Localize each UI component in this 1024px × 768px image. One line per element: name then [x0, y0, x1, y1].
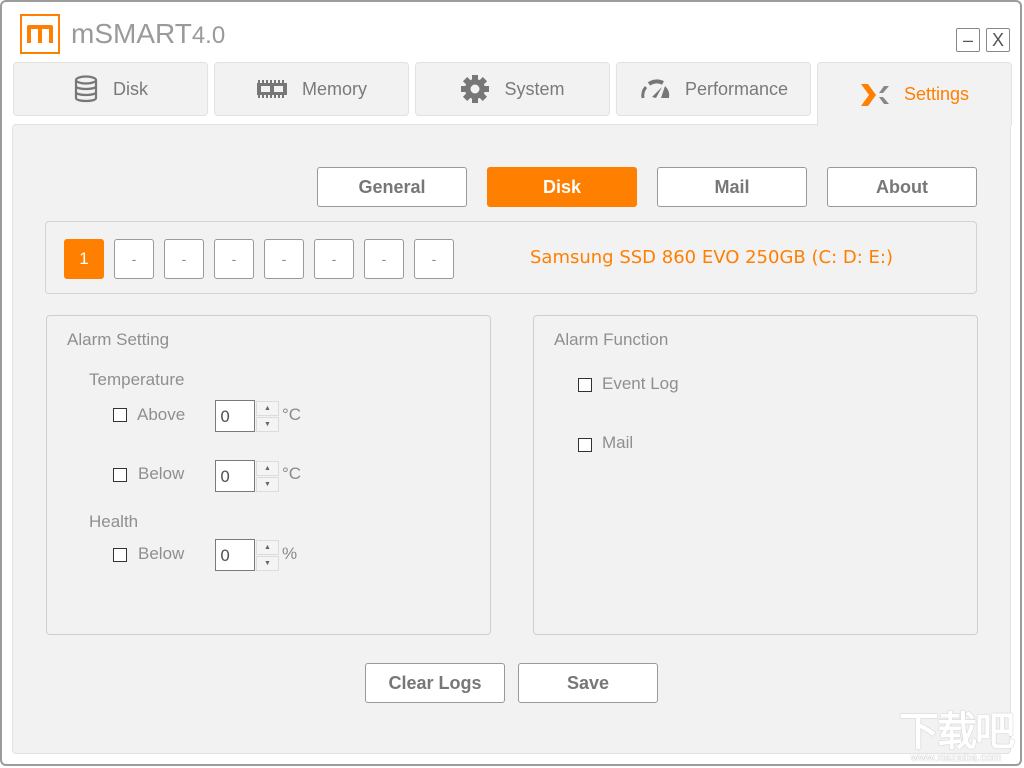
- subtab-mail-label: Mail: [714, 176, 750, 197]
- temp-above-checkbox[interactable]: [113, 408, 127, 422]
- logo-m-icon: [27, 25, 53, 43]
- tab-disk[interactable]: Disk: [13, 62, 208, 116]
- temp-below-checkbox[interactable]: [113, 468, 127, 482]
- subtab-general-label: General: [358, 176, 426, 197]
- subtab-disk-label: Disk: [542, 176, 582, 197]
- temp-below-spinner: ▲ ▼: [256, 461, 279, 492]
- gear-icon: [460, 74, 490, 104]
- close-icon: X: [991, 29, 1004, 50]
- temp-below-unit: °C: [282, 464, 302, 483]
- disk-slot-1[interactable]: 1: [64, 239, 104, 279]
- temp-below-down-button[interactable]: ▼: [256, 477, 279, 492]
- alarm-function-title: Alarm Function: [554, 330, 669, 349]
- disk-slot-6[interactable]: -: [314, 239, 354, 279]
- disk-slot-5[interactable]: -: [264, 239, 304, 279]
- alarm-function-group: [533, 315, 978, 635]
- temperature-label: Temperature: [89, 370, 185, 389]
- event-log-checkbox[interactable]: [578, 378, 592, 392]
- tab-memory-label: Memory: [301, 78, 367, 99]
- speedometer-icon: [639, 78, 671, 100]
- alarm-setting-title: Alarm Setting: [67, 330, 170, 349]
- save-label: Save: [566, 672, 610, 693]
- subtab-disk[interactable]: Disk: [487, 167, 637, 207]
- minimize-icon: –: [962, 29, 973, 50]
- tab-performance[interactable]: Performance: [616, 62, 811, 116]
- health-below-checkbox[interactable]: [113, 548, 127, 562]
- clear-logs-button[interactable]: Clear Logs: [365, 663, 505, 703]
- temp-above-spinner: ▲ ▼: [256, 401, 279, 432]
- app-title-version: 4.0: [191, 22, 226, 49]
- health-below-spinner: ▲ ▼: [256, 540, 279, 571]
- clear-logs-label: Clear Logs: [388, 672, 482, 693]
- watermark-sub: www.xiazaiba.com: [910, 752, 1002, 764]
- disk-slot-4[interactable]: -: [214, 239, 254, 279]
- watermark: 下载吧 www.xiazaiba.com: [888, 712, 1024, 768]
- temp-above-down-button[interactable]: ▼: [256, 417, 279, 432]
- minimize-button[interactable]: –: [956, 28, 980, 52]
- settings-x-icon: [860, 83, 890, 107]
- save-button[interactable]: Save: [518, 663, 658, 703]
- disk-slot-2[interactable]: -: [114, 239, 154, 279]
- disk-slot-3[interactable]: -: [164, 239, 204, 279]
- tab-system-label: System: [504, 78, 565, 99]
- app-title-name: mSMART: [71, 18, 192, 49]
- subtab-about-label: About: [876, 176, 928, 197]
- temp-below-up-button[interactable]: ▲: [256, 461, 279, 476]
- mail-label: Mail: [602, 433, 634, 452]
- close-button[interactable]: X: [986, 28, 1010, 52]
- tab-performance-label: Performance: [684, 78, 789, 99]
- disk-slot-7[interactable]: -: [364, 239, 404, 279]
- app-title: mSMART4.0: [71, 18, 225, 50]
- tab-system[interactable]: System: [415, 62, 610, 116]
- subtab-general[interactable]: General: [317, 167, 467, 207]
- tab-settings-label: Settings: [903, 84, 970, 104]
- health-below-down-button[interactable]: ▼: [256, 556, 279, 571]
- temp-above-input[interactable]: [215, 400, 255, 432]
- health-below-up-button[interactable]: ▲: [256, 540, 279, 555]
- health-below-label: Below: [138, 544, 185, 563]
- subtab-mail[interactable]: Mail: [657, 167, 807, 207]
- watermark-main: 下载吧: [899, 710, 1015, 754]
- health-below-unit: %: [282, 544, 298, 563]
- memory-chip-icon: [256, 80, 288, 98]
- selected-disk-name: Samsung SSD 860 EVO 250GB (C: D: E:): [530, 247, 893, 268]
- disk-slot-8[interactable]: -: [414, 239, 454, 279]
- tab-settings[interactable]: Settings: [817, 62, 1012, 126]
- tab-memory[interactable]: Memory: [214, 62, 409, 116]
- mail-checkbox[interactable]: [578, 438, 592, 452]
- temp-below-input[interactable]: [215, 460, 255, 492]
- app-logo: [20, 14, 60, 54]
- event-log-label: Event Log: [602, 374, 679, 393]
- temp-above-unit: °C: [282, 405, 302, 424]
- temp-below-label: Below: [138, 464, 185, 483]
- temp-above-up-button[interactable]: ▲: [256, 401, 279, 416]
- health-label: Health: [89, 512, 139, 531]
- health-below-input[interactable]: [215, 539, 255, 571]
- tab-disk-label: Disk: [113, 78, 148, 99]
- temp-above-label: Above: [137, 405, 186, 424]
- subtab-about[interactable]: About: [827, 167, 977, 207]
- database-icon: [73, 75, 99, 103]
